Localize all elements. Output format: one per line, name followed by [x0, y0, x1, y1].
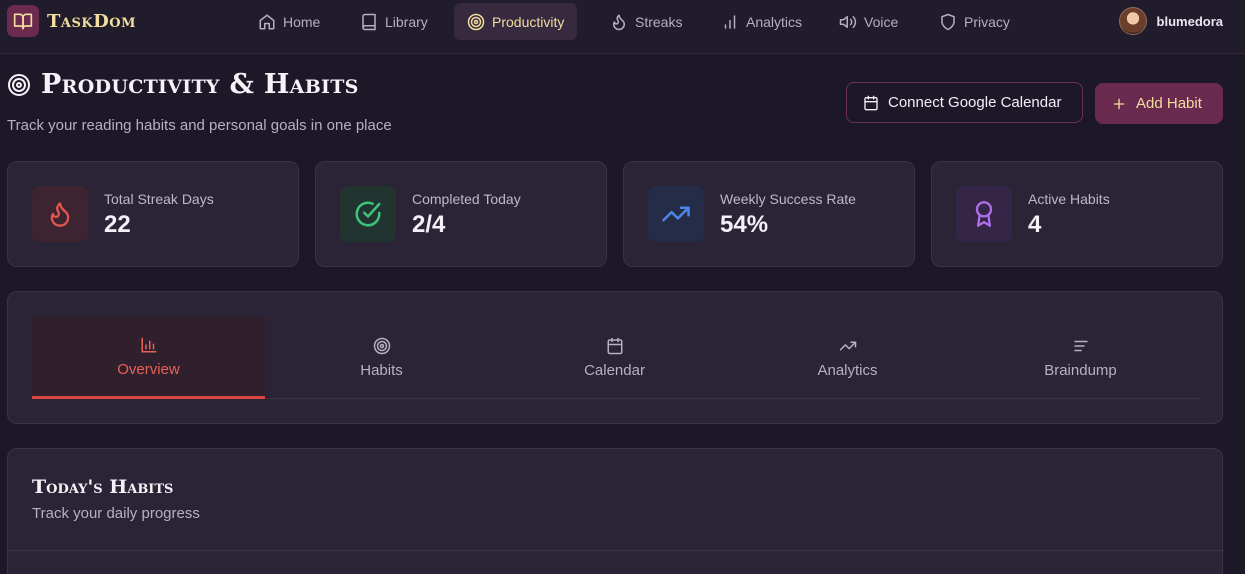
nav-item-library[interactable]: Library: [347, 3, 441, 40]
connect-google-calendar-label: Connect Google Calendar: [888, 94, 1062, 111]
avatar: [1118, 7, 1147, 35]
username: blumedora: [1156, 13, 1223, 29]
speaker-icon: [839, 13, 857, 31]
tab-braindump[interactable]: Braindump: [964, 317, 1197, 399]
nav-item-privacy[interactable]: Privacy: [926, 3, 1023, 40]
target-icon: [373, 337, 391, 355]
target-icon: [467, 13, 485, 31]
todays-habits-card: Today's Habits Track your daily progress: [7, 448, 1224, 574]
nav-item-label: Productivity: [492, 13, 565, 30]
flame-icon: [32, 186, 88, 242]
stat-label: Total Streak Days: [104, 191, 214, 207]
bar-chart-icon: [721, 13, 739, 31]
tab-label: Calendar: [584, 362, 645, 379]
tab-label: Overview: [117, 360, 180, 378]
stat-label: Active Habits: [1028, 191, 1110, 207]
nav-item-productivity[interactable]: Productivity: [454, 3, 578, 40]
tab-analytics[interactable]: Analytics: [731, 317, 964, 399]
stat-value: 4: [1028, 211, 1042, 238]
tab-calendar[interactable]: Calendar: [498, 317, 731, 399]
brand[interactable]: TaskDom: [7, 5, 136, 37]
top-navigation-bar: TaskDom Home Library Productivity Streak…: [0, 0, 1245, 54]
stat-value: 2/4: [412, 211, 446, 238]
stat-card-completed-today: Completed Today 2/4: [315, 161, 607, 267]
stat-value: 22: [104, 211, 131, 238]
book-icon: [360, 13, 378, 31]
home-icon: [258, 13, 276, 31]
connect-google-calendar-button[interactable]: Connect Google Calendar: [846, 82, 1083, 123]
nav-item-analytics[interactable]: Analytics: [708, 3, 815, 40]
trending-up-icon: [839, 337, 857, 355]
nav-item-label: Analytics: [746, 13, 803, 30]
section-title: Today's Habits: [32, 476, 174, 498]
page-subtitle: Track your reading habits and personal g…: [7, 117, 392, 134]
calendar-icon: [606, 337, 624, 355]
plus-icon: [1111, 96, 1127, 112]
nav-item-label: Library: [385, 13, 428, 30]
bar-chart-icon: [140, 336, 158, 354]
shield-icon: [939, 13, 957, 31]
user-menu[interactable]: blumedora: [1118, 7, 1223, 35]
tab-habits[interactable]: Habits: [265, 317, 498, 399]
tab-label: Braindump: [1044, 362, 1117, 379]
nav-item-voice[interactable]: Voice: [826, 3, 911, 40]
add-habit-button[interactable]: Add Habit: [1095, 83, 1223, 124]
stat-label: Completed Today: [412, 191, 521, 207]
award-icon: [956, 186, 1012, 242]
tabs-card: Overview Habits Calendar Analytics Brain…: [7, 291, 1223, 424]
stat-value: 54%: [720, 211, 769, 238]
nav-item-streaks[interactable]: Streaks: [597, 3, 695, 40]
tab-overview[interactable]: Overview: [32, 317, 265, 399]
calendar-icon: [863, 95, 879, 111]
book-open-icon: [7, 5, 39, 37]
nav-item-label: Privacy: [964, 13, 1010, 30]
section-subtitle: Track your daily progress: [32, 505, 200, 522]
nav-item-label: Home: [283, 13, 321, 30]
nav-item-label: Streaks: [635, 13, 683, 30]
divider: [8, 550, 1224, 551]
nav-item-home[interactable]: Home: [245, 3, 333, 40]
check-circle-icon: [340, 186, 396, 242]
target-icon: [7, 73, 31, 97]
page-title-text: Productivity & Habits: [41, 69, 359, 100]
stat-card-total-streak-days: Total Streak Days 22: [7, 161, 299, 267]
flame-icon: [610, 13, 628, 31]
text-lines-icon: [1072, 337, 1090, 355]
add-habit-label: Add Habit: [1136, 95, 1202, 112]
tab-label: Analytics: [817, 362, 878, 379]
tab-label: Habits: [360, 362, 403, 379]
brand-name: TaskDom: [47, 10, 136, 32]
nav-item-label: Voice: [864, 13, 899, 30]
stat-card-active-habits: Active Habits 4: [931, 161, 1223, 267]
stat-label: Weekly Success Rate: [720, 191, 856, 207]
stat-card-weekly-success-rate: Weekly Success Rate 54%: [623, 161, 915, 267]
trending-up-icon: [648, 186, 704, 242]
page-title: Productivity & Habits: [7, 69, 359, 100]
